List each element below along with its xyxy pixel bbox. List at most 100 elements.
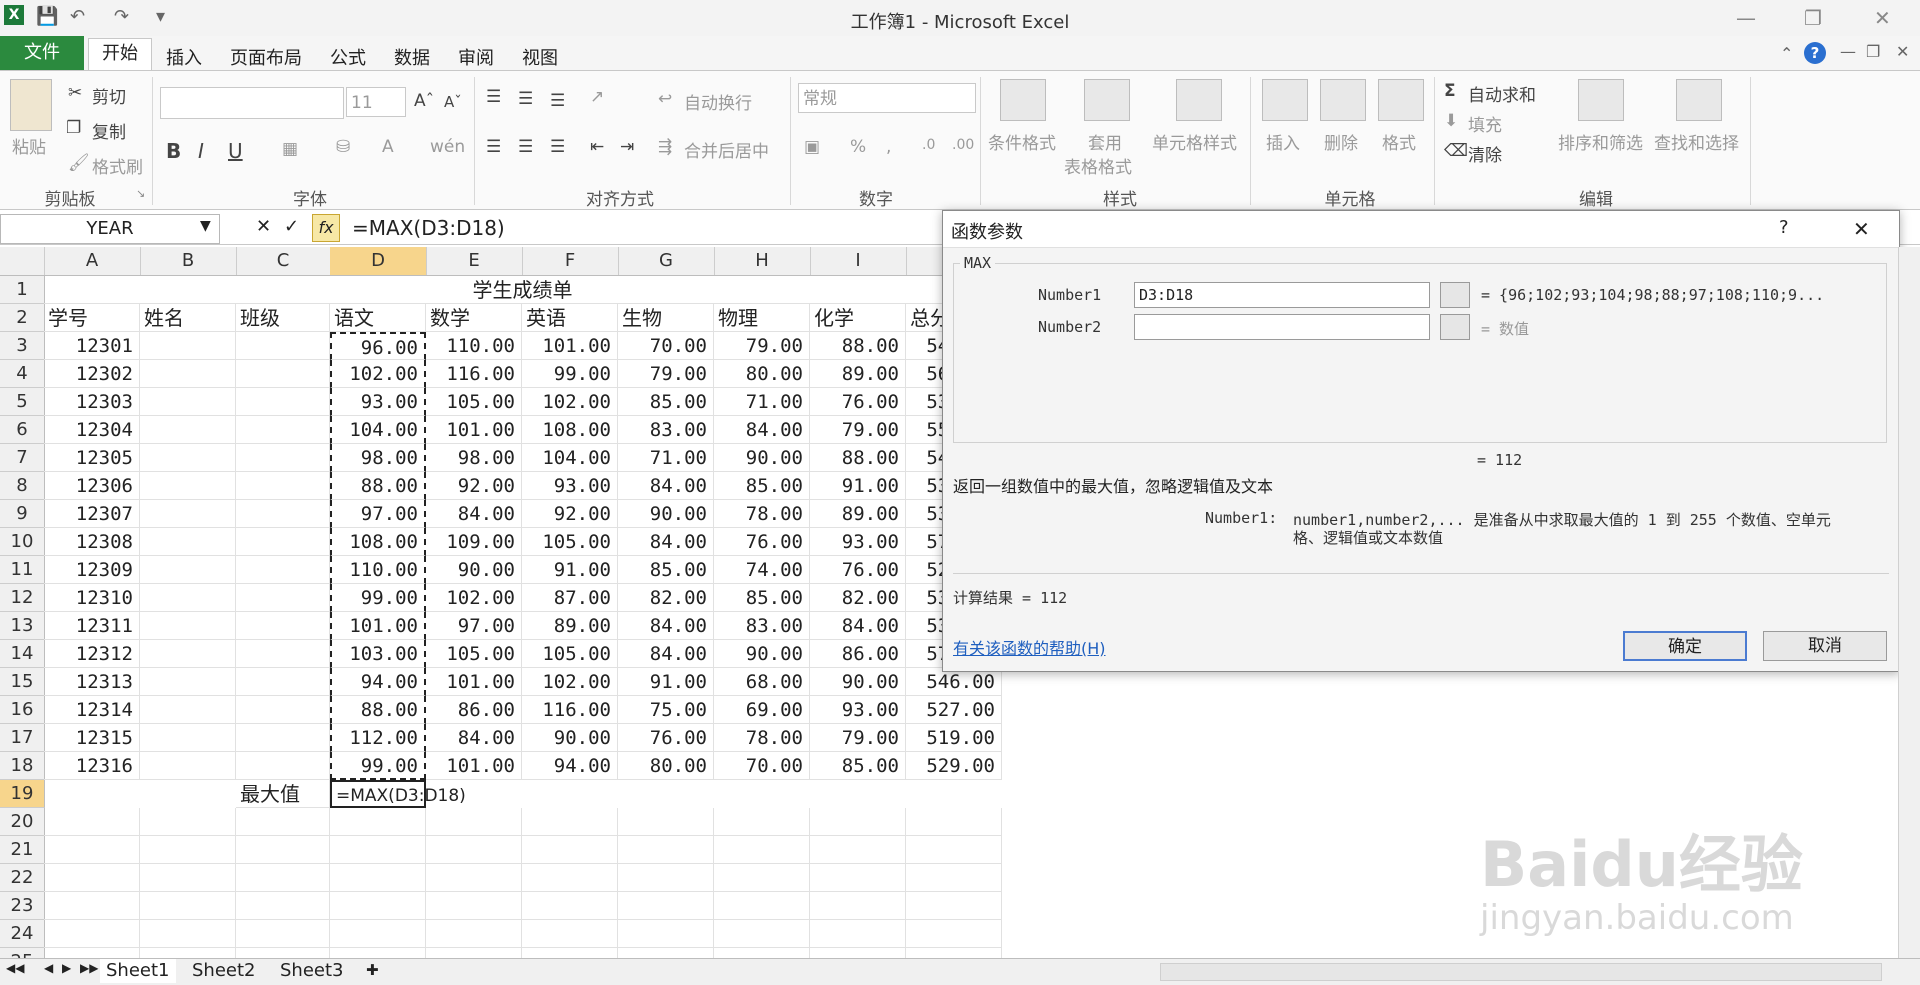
- empty-cell[interactable]: [618, 836, 714, 864]
- score-cell[interactable]: 84.00: [618, 528, 714, 556]
- copy-button[interactable]: 复制: [92, 118, 126, 143]
- score-cell[interactable]: 93.00: [330, 388, 426, 416]
- empty-cell[interactable]: [236, 864, 330, 892]
- score-cell[interactable]: 82.00: [810, 584, 906, 612]
- empty-cell[interactable]: [426, 892, 522, 920]
- find-select-button[interactable]: 查找和选择: [1654, 129, 1739, 154]
- score-cell[interactable]: 105.00: [522, 528, 618, 556]
- row-header-12[interactable]: 12: [0, 584, 45, 612]
- student-id-cell[interactable]: 12310: [44, 584, 140, 612]
- column-title-cell[interactable]: 语文: [330, 304, 426, 332]
- empty-cell[interactable]: [236, 668, 330, 696]
- score-cell[interactable]: 105.00: [426, 640, 522, 668]
- empty-cell[interactable]: [236, 640, 330, 668]
- wrap-text-button[interactable]: 自动换行: [684, 89, 752, 114]
- empty-cell[interactable]: [714, 892, 810, 920]
- score-cell[interactable]: 93.00: [522, 472, 618, 500]
- align-center-icon[interactable]: ☰: [518, 137, 533, 157]
- row-header-24[interactable]: 24: [0, 920, 45, 948]
- score-cell[interactable]: 79.00: [714, 332, 810, 360]
- score-cell[interactable]: 90.00: [810, 668, 906, 696]
- student-id-cell[interactable]: 12305: [44, 444, 140, 472]
- empty-cell[interactable]: [810, 864, 906, 892]
- empty-cell[interactable]: [330, 892, 426, 920]
- row-header-9[interactable]: 9: [0, 500, 45, 528]
- row-header-21[interactable]: 21: [0, 836, 45, 864]
- cut-button[interactable]: 剪切: [92, 83, 126, 108]
- paste-button[interactable]: 粘贴: [12, 133, 46, 158]
- row-header-2[interactable]: 2: [0, 304, 45, 332]
- empty-cell[interactable]: [140, 556, 236, 584]
- score-cell[interactable]: 102.00: [522, 388, 618, 416]
- score-cell[interactable]: 80.00: [714, 360, 810, 388]
- clear-button[interactable]: 清除: [1468, 141, 1502, 166]
- score-cell[interactable]: 88.00: [810, 332, 906, 360]
- wrap-text-icon[interactable]: ↩: [658, 89, 672, 109]
- empty-cell[interactable]: [236, 444, 330, 472]
- score-cell[interactable]: 89.00: [810, 500, 906, 528]
- score-cell[interactable]: 104.00: [330, 416, 426, 444]
- column-header-g[interactable]: G: [618, 247, 715, 275]
- empty-cell[interactable]: [618, 808, 714, 836]
- tab-file[interactable]: 文件: [0, 36, 84, 70]
- empty-cell[interactable]: [714, 920, 810, 948]
- shrink-font-icon[interactable]: Aˇ: [444, 93, 462, 111]
- fill-icon[interactable]: ⬇: [1444, 111, 1458, 131]
- increase-indent-icon[interactable]: ⇥: [620, 137, 634, 157]
- format-cells-button[interactable]: 格式: [1382, 129, 1416, 154]
- merge-center-button[interactable]: 合并后居中: [684, 137, 769, 162]
- empty-cell[interactable]: [522, 864, 618, 892]
- score-cell[interactable]: 85.00: [810, 752, 906, 780]
- empty-cell[interactable]: [330, 864, 426, 892]
- paste-icon[interactable]: [10, 79, 52, 131]
- row-header-19[interactable]: 19: [0, 780, 45, 808]
- empty-cell[interactable]: [522, 808, 618, 836]
- score-cell[interactable]: 99.00: [522, 360, 618, 388]
- copy-icon[interactable]: ❐: [66, 118, 81, 138]
- empty-cell[interactable]: [140, 696, 236, 724]
- score-cell[interactable]: 96.00: [330, 332, 426, 360]
- empty-cell[interactable]: [140, 360, 236, 388]
- row-header-17[interactable]: 17: [0, 724, 45, 752]
- empty-cell[interactable]: [906, 920, 1002, 948]
- student-id-cell[interactable]: 12312: [44, 640, 140, 668]
- score-cell[interactable]: 78.00: [714, 500, 810, 528]
- score-cell[interactable]: 90.00: [426, 556, 522, 584]
- sheet-tab-sheet3[interactable]: Sheet3: [274, 959, 350, 983]
- empty-cell[interactable]: [426, 920, 522, 948]
- score-cell[interactable]: 527.00: [906, 696, 1002, 724]
- empty-cell[interactable]: [140, 920, 236, 948]
- font-color-icon[interactable]: A: [382, 137, 394, 157]
- score-cell[interactable]: 97.00: [330, 500, 426, 528]
- align-bottom-icon[interactable]: ☰: [550, 91, 565, 111]
- empty-cell[interactable]: [140, 640, 236, 668]
- number2-collapse-icon[interactable]: [1440, 314, 1470, 340]
- clipboard-launcher-icon[interactable]: ↘: [136, 187, 145, 200]
- format-cells-icon[interactable]: [1378, 79, 1424, 121]
- row-header-5[interactable]: 5: [0, 388, 45, 416]
- empty-cell[interactable]: [714, 836, 810, 864]
- column-header-e[interactable]: E: [426, 247, 523, 275]
- score-cell[interactable]: 79.00: [618, 360, 714, 388]
- grow-font-icon[interactable]: Aˆ: [414, 91, 434, 111]
- score-cell[interactable]: 71.00: [714, 388, 810, 416]
- empty-cell[interactable]: [236, 724, 330, 752]
- empty-cell[interactable]: [330, 920, 426, 948]
- prev-sheet-icon[interactable]: ◀: [44, 961, 53, 975]
- student-id-cell[interactable]: 12302: [44, 360, 140, 388]
- score-cell[interactable]: 110.00: [426, 332, 522, 360]
- score-cell[interactable]: 529.00: [906, 752, 1002, 780]
- score-cell[interactable]: 76.00: [714, 528, 810, 556]
- score-cell[interactable]: 90.00: [522, 724, 618, 752]
- score-cell[interactable]: 68.00: [714, 668, 810, 696]
- number2-input[interactable]: [1134, 314, 1430, 340]
- score-cell[interactable]: 86.00: [426, 696, 522, 724]
- empty-cell[interactable]: [140, 528, 236, 556]
- row-header-3[interactable]: 3: [0, 332, 45, 360]
- score-cell[interactable]: 90.00: [714, 640, 810, 668]
- minimize-icon[interactable]: —: [1736, 6, 1756, 30]
- score-cell[interactable]: 108.00: [330, 528, 426, 556]
- score-cell[interactable]: 84.00: [618, 612, 714, 640]
- empty-cell[interactable]: [44, 836, 140, 864]
- student-id-cell[interactable]: 12308: [44, 528, 140, 556]
